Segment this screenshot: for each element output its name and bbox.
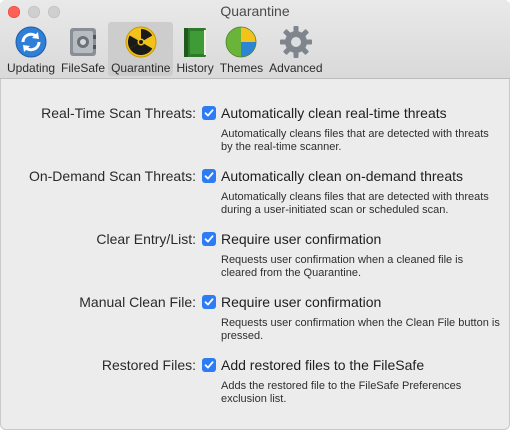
setting-description: Adds the restored file to the FileSafe P…	[221, 380, 462, 405]
restored-files-checkbox[interactable]	[202, 358, 216, 372]
realtime-clean-checkbox[interactable]	[202, 106, 216, 120]
setting-description: Automatically cleans files that are dete…	[221, 128, 489, 153]
checkbox-label: Automatically clean real-time threats	[221, 105, 447, 121]
tab-label: History	[176, 61, 214, 75]
setting-label: On-Demand Scan Threats:	[28, 168, 196, 184]
realtime-clean-checkbox-row[interactable]: Automatically clean real-time threats	[202, 101, 501, 125]
tab-label: FileSafe	[61, 61, 106, 75]
setting-description: Automatically cleans files that are dete…	[221, 191, 489, 216]
tab-label: Updating	[7, 61, 56, 75]
checkbox-label: Add restored files to the FileSafe	[221, 357, 425, 373]
ondemand-clean-checkbox-row[interactable]: Automatically clean on-demand threats	[202, 164, 501, 188]
tab-history[interactable]: History	[173, 22, 216, 76]
quarantine-settings: Real-Time Scan Threats: Automatically cl…	[0, 79, 510, 406]
tab-label: Advanced	[269, 61, 323, 75]
setting-description: Requests user confirmation when the Clea…	[221, 317, 500, 342]
manual-clean-confirm-checkbox[interactable]	[202, 295, 216, 309]
checkmark-icon	[204, 172, 214, 180]
clear-entry-checkbox-row[interactable]: Require user confirmation	[202, 227, 501, 251]
filesafe-icon	[70, 28, 97, 56]
updating-icon	[15, 26, 47, 58]
tab-filesafe[interactable]: FileSafe	[58, 22, 108, 76]
checkmark-icon	[204, 235, 214, 243]
advanced-icon	[279, 26, 312, 58]
tab-label: Themes	[219, 61, 264, 75]
window-title: Quarantine	[220, 3, 290, 19]
setting-row-manual-clean: Manual Clean File: Require user confirma…	[0, 290, 510, 343]
tab-themes[interactable]: Themes	[217, 22, 266, 76]
checkbox-label: Require user confirmation	[221, 294, 382, 310]
preferences-window: Quarantine Updating FileSafe Quarantine …	[0, 0, 510, 430]
title-bar: Quarantine Updating FileSafe Quarantine …	[0, 0, 510, 79]
setting-row-restored: Restored Files: Add restored files to th…	[0, 353, 510, 406]
setting-row-ondemand: On-Demand Scan Threats: Automatically cl…	[0, 164, 510, 217]
setting-description: Requests user confirmation when a cleane…	[221, 254, 464, 279]
tab-updating[interactable]: Updating	[4, 22, 58, 76]
ondemand-clean-checkbox[interactable]	[202, 169, 216, 183]
tab-label: Quarantine	[111, 61, 171, 75]
setting-label: Manual Clean File:	[79, 294, 196, 310]
setting-row-realtime: Real-Time Scan Threats: Automatically cl…	[0, 101, 510, 154]
quarantine-icon	[125, 26, 157, 58]
setting-row-clear-entry: Clear Entry/List: Require user confirmat…	[0, 227, 510, 280]
checkmark-icon	[204, 298, 214, 306]
restored-files-checkbox-row[interactable]: Add restored files to the FileSafe	[202, 353, 501, 377]
clear-entry-confirm-checkbox[interactable]	[202, 232, 216, 246]
manual-clean-checkbox-row[interactable]: Require user confirmation	[202, 290, 501, 314]
themes-icon	[226, 26, 257, 58]
preferences-toolbar: Updating FileSafe Quarantine History The…	[4, 22, 326, 76]
tab-quarantine[interactable]: Quarantine	[108, 22, 174, 76]
checkmark-icon	[204, 361, 214, 369]
history-icon	[184, 28, 207, 57]
setting-label: Restored Files:	[101, 357, 196, 373]
checkmark-icon	[204, 109, 214, 117]
checkbox-label: Require user confirmation	[221, 231, 382, 247]
tab-advanced[interactable]: Advanced	[266, 22, 325, 76]
setting-label: Real-Time Scan Threats:	[41, 105, 196, 121]
checkbox-label: Automatically clean on-demand threats	[221, 168, 464, 184]
setting-label: Clear Entry/List:	[96, 231, 196, 247]
